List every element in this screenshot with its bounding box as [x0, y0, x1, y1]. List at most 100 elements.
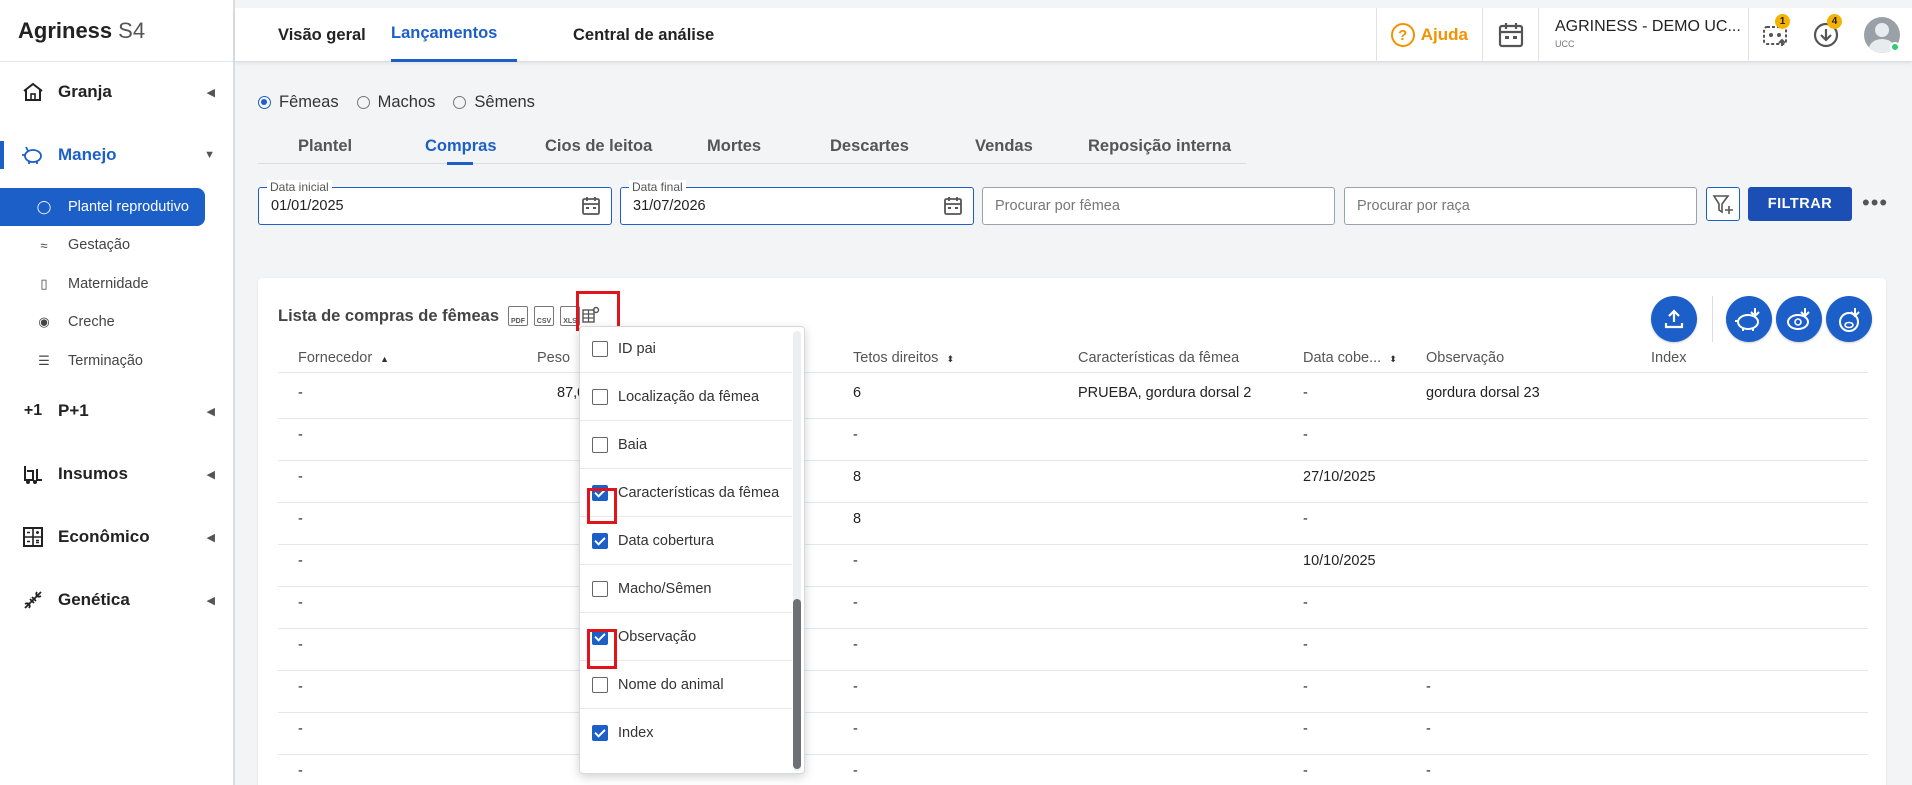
- table-cell-fornecedor: -: [298, 637, 303, 653]
- subtabs: Plantel Compras Cios de leitoa Mortes De…: [258, 128, 1246, 165]
- subtab-vendas[interactable]: Vendas: [975, 128, 1033, 164]
- column-header-index[interactable]: Index: [1651, 350, 1686, 366]
- scrollbar-thumb[interactable]: [793, 599, 801, 769]
- subtab-cios-de-leitoa[interactable]: Cios de leitoa: [545, 128, 652, 164]
- date-end-field[interactable]: Data final 31/07/2026: [620, 180, 974, 225]
- column-option-label: Index: [618, 725, 654, 741]
- caret-left-icon: ◀: [206, 594, 215, 607]
- table-cell-fornecedor: -: [298, 595, 303, 611]
- add-female-button[interactable]: [1726, 296, 1772, 342]
- checkbox[interactable]: [592, 676, 608, 693]
- caret-left-icon: ◀: [206, 405, 215, 418]
- search-breed-input[interactable]: Procurar por raça: [1344, 187, 1697, 225]
- sidebar-item-plantel-reprodutivo[interactable]: ◯ Plantel reprodutivo: [0, 188, 205, 226]
- column-option-label: ID pai: [618, 340, 656, 357]
- sidebar-group-manejo[interactable]: Manejo ▼: [0, 135, 235, 175]
- export-pdf-icon[interactable]: PDF: [508, 306, 528, 326]
- date-start-field[interactable]: Data inicial 01/01/2025: [258, 180, 612, 225]
- bottle-icon: ▯: [40, 276, 48, 291]
- table-row-divider: [278, 544, 1868, 545]
- online-status-dot: [1890, 42, 1900, 52]
- table-cell-data: -: [1303, 595, 1308, 611]
- table-cell-obs: -: [1426, 721, 1431, 737]
- radio-machos[interactable]: Machos: [356, 93, 435, 112]
- table-cell-obs: -: [1426, 763, 1431, 779]
- column-option[interactable]: ID pai: [580, 327, 792, 373]
- advanced-filter-button[interactable]: [1706, 187, 1740, 221]
- search-female-input[interactable]: Procurar por fêmea: [982, 187, 1335, 225]
- company-selector[interactable]: AGRINESS - DEMO UC... UCC: [1538, 8, 1748, 62]
- subtab-plantel[interactable]: Plantel: [298, 128, 352, 164]
- table-row-divider: [278, 502, 1868, 503]
- sidebar-group-economico[interactable]: Econômico ◀: [0, 517, 235, 557]
- subtab-reposicao-interna[interactable]: Reposição interna: [1088, 128, 1231, 164]
- upload-button[interactable]: [1651, 296, 1697, 342]
- user-menu[interactable]: [1852, 8, 1912, 62]
- checkbox[interactable]: [592, 388, 608, 405]
- column-option-label: Baia: [618, 436, 648, 453]
- caret-left-icon: ◀: [206, 468, 215, 481]
- sidebar-group-granja[interactable]: Granja ◀: [0, 72, 235, 112]
- column-header-peso[interactable]: Peso: [537, 350, 570, 366]
- table-cell-tetos: 6: [853, 385, 862, 401]
- sidebar-group-insumos[interactable]: Insumos ◀: [0, 454, 235, 494]
- subtab-mortes[interactable]: Mortes: [707, 128, 761, 164]
- table-cell-tetos: -: [853, 637, 858, 653]
- column-option[interactable]: Localização da fêmea: [580, 373, 792, 421]
- column-header-data-cobertura[interactable]: Data cobe... ⬍: [1303, 350, 1397, 366]
- robot-button[interactable]: 1: [1748, 8, 1800, 62]
- table-cell-tetos: 8: [853, 469, 862, 485]
- table-cell-data: -: [1303, 763, 1308, 779]
- column-option[interactable]: Index: [580, 709, 792, 757]
- help-button[interactable]: ? Ajuda: [1375, 8, 1482, 62]
- tab-lancamentos[interactable]: Lançamentos: [391, 8, 518, 62]
- column-option[interactable]: Data cobertura: [580, 517, 792, 565]
- add-pig-button[interactable]: [1826, 296, 1872, 342]
- table-cell-tetos: -: [853, 763, 858, 779]
- checkbox[interactable]: [592, 436, 608, 453]
- checkbox[interactable]: [592, 725, 608, 741]
- checkbox[interactable]: [592, 532, 608, 549]
- table-cell-tetos: 8: [853, 511, 862, 527]
- table-cell-data: -: [1303, 385, 1308, 401]
- sidebar-item-terminacao[interactable]: ☰ Terminação: [0, 342, 205, 380]
- sort-icon: ▲: [380, 354, 390, 364]
- brand-logo[interactable]: Agriness S4: [0, 0, 233, 62]
- download-button[interactable]: 4: [1800, 8, 1852, 62]
- caret-left-icon: ◀: [206, 531, 215, 544]
- sidebar-group-genetica[interactable]: Genética ◀: [0, 580, 235, 620]
- subtab-compras[interactable]: Compras: [425, 128, 497, 165]
- column-header-caracteristicas[interactable]: Características da fêmea: [1078, 350, 1239, 366]
- column-option[interactable]: Macho/Sêmen: [580, 565, 792, 613]
- sidebar-item-creche[interactable]: ◉ Creche: [0, 303, 205, 341]
- tab-central-de-analise[interactable]: Central de análise: [573, 8, 714, 62]
- column-option[interactable]: Baia: [580, 421, 792, 469]
- list-title: Lista de compras de fêmeas: [278, 307, 500, 325]
- filter-button[interactable]: FILTRAR: [1748, 187, 1852, 221]
- sidebar-item-gestacao[interactable]: ≈ Gestação: [0, 226, 205, 264]
- column-header-observacao[interactable]: Observação: [1426, 350, 1504, 366]
- export-icons: PDF CSV XLS: [508, 306, 580, 326]
- sidebar-item-maternidade[interactable]: ▯ Maternidade: [0, 265, 205, 303]
- column-header-tetos-direitos[interactable]: Tetos direitos ⬍: [853, 350, 954, 366]
- calendar-icon[interactable]: [943, 196, 963, 216]
- export-csv-icon[interactable]: CSV: [534, 306, 554, 326]
- column-option-label: Características da fêmea: [618, 484, 780, 501]
- purchase-list-card: [258, 278, 1886, 785]
- calendar-button[interactable]: [1482, 8, 1538, 62]
- more-options-icon[interactable]: •••: [1862, 190, 1888, 216]
- radio-femeas[interactable]: Fêmeas: [258, 93, 339, 112]
- column-option-label: Macho/Sêmen: [618, 580, 712, 597]
- column-header-fornecedor[interactable]: Fornecedor ▲: [298, 350, 389, 366]
- checkbox[interactable]: [592, 580, 608, 597]
- table-cell-fornecedor: -: [298, 553, 303, 569]
- add-female-alt-button[interactable]: [1776, 296, 1822, 342]
- home-icon: [20, 79, 46, 105]
- calendar-icon[interactable]: [581, 196, 601, 216]
- radio-semens[interactable]: Sêmens: [453, 93, 535, 112]
- upload-icon: [1664, 309, 1684, 329]
- tab-visao-geral[interactable]: Visão geral: [278, 8, 366, 62]
- checkbox[interactable]: [592, 340, 608, 357]
- sidebar-group-p1[interactable]: +1 P+1 ◀: [0, 391, 235, 431]
- subtab-descartes[interactable]: Descartes: [830, 128, 909, 164]
